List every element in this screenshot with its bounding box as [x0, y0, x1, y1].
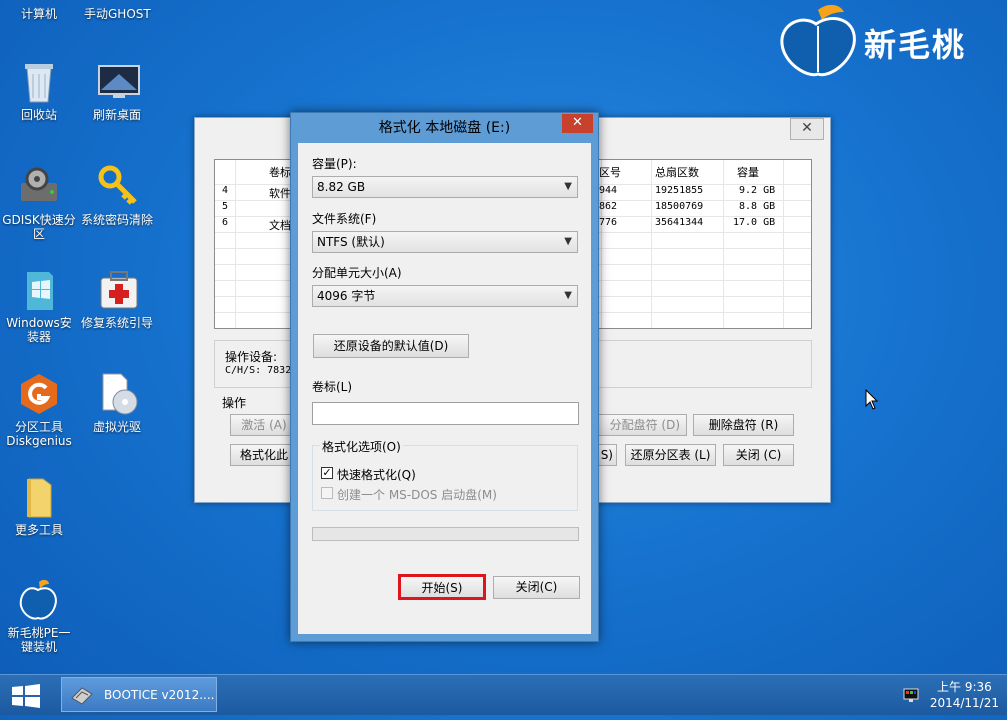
format-progress-bar [312, 527, 579, 541]
diskgenius-icon [19, 372, 59, 416]
capacity-select[interactable]: 8.82 GB ▼ [312, 176, 578, 198]
desktop-icon-label: Windows安装器 [6, 316, 72, 344]
folder-icon [19, 475, 59, 519]
device-label: 操作设备: [225, 350, 278, 364]
desktop-label-computer[interactable]: 计算机 [21, 5, 57, 22]
desktop-icon-refresh[interactable]: 刷新桌面 [80, 60, 154, 122]
chevron-down-icon: ▼ [564, 290, 572, 301]
close-button[interactable]: 关闭(C) [493, 576, 580, 599]
restore-partition-table-button[interactable]: 还原分区表 (L) [625, 444, 716, 466]
desktop-icon-label: GDISK快速分区 [2, 213, 76, 241]
clock-date: 2014/11/21 [929, 696, 999, 710]
desktop-icon-virtual-cd[interactable]: 虚拟光驱 [80, 372, 154, 434]
virtual-cd-icon [97, 372, 138, 416]
desktop-icon-label: 回收站 [20, 108, 57, 122]
capacity-label: 容量(P): [312, 157, 357, 171]
peach-installer-icon [19, 578, 59, 622]
allocation-label: 分配单元大小(A) [312, 266, 402, 280]
desktop-icon-label: 修复系统引导 [80, 316, 153, 330]
col-sector-header: 区号 [599, 166, 621, 179]
desktop-icon-password-clear[interactable]: 系统密码清除 [80, 165, 154, 227]
desktop-icon-label: 更多工具 [14, 523, 63, 537]
format-options-label: 格式化选项(O) [320, 438, 403, 455]
network-tray-icon[interactable] [903, 687, 919, 706]
key-icon [97, 165, 137, 209]
msdos-label: 创建一个 MS-DOS 启动盘(M) [337, 488, 497, 502]
partition-op-button[interactable]: S) [597, 444, 617, 466]
desktop-icon-label: 新毛桃PE一键装机 [7, 626, 71, 654]
chs-label: C/H/S: 7832 [225, 365, 292, 376]
volume-label-input[interactable] [312, 402, 579, 425]
bootice-close-action-button[interactable]: 关闭 (C) [723, 444, 794, 466]
desktop-icon-recycle-bin[interactable]: 回收站 [2, 60, 76, 122]
desktop-icon-label: 分区工具Diskgenius [6, 420, 72, 448]
restore-defaults-button[interactable]: 还原设备的默认值(D) [313, 334, 469, 358]
quick-format-label: 快速格式化(Q) [337, 468, 416, 482]
format-dialog: 格式化 本地磁盘 (E:) ✕ 容量(P): 8.82 GB ▼ 文件系统(F)… [290, 112, 599, 642]
peach-logo-icon [780, 4, 856, 77]
desktop-icon-repair-boot[interactable]: 修复系统引导 [80, 268, 154, 330]
desktop-icon-label: 刷新桌面 [92, 108, 141, 122]
recycle-bin-icon [19, 60, 59, 104]
dialog-client-area: 容量(P): 8.82 GB ▼ 文件系统(F) NTFS (默认) ▼ 分配单… [298, 143, 591, 634]
bootice-app-icon [70, 684, 94, 720]
windows-installer-icon [19, 268, 59, 312]
assign-letter-button[interactable]: 分配盘符 (D) [597, 414, 687, 436]
filesystem-value: NTFS (默认) [317, 235, 385, 249]
brand-logo-text: 新毛桃 [864, 26, 967, 64]
desktop-icon-label: 虚拟光驱 [92, 420, 141, 434]
start-button[interactable]: 开始(S) [398, 574, 486, 600]
activate-button[interactable]: 激活 (A) [230, 414, 298, 436]
desktop-icon-diskgenius[interactable]: 分区工具Diskgenius [2, 372, 76, 448]
refresh-desktop-icon [97, 60, 140, 104]
format-partition-button[interactable]: 格式化此 [230, 444, 298, 466]
desktop-icon-more-tools[interactable]: 更多工具 [2, 475, 76, 537]
taskbar-app-label: BOOTICE v2012.... [104, 688, 215, 702]
gdisk-icon [19, 165, 59, 209]
filesystem-select[interactable]: NTFS (默认) ▼ [312, 231, 578, 253]
mouse-cursor-icon [865, 388, 879, 414]
first-aid-icon [97, 268, 138, 312]
system-clock[interactable]: 上午 9:36 2014/11/21 [930, 679, 999, 711]
volume-label: 卷标(L) [312, 380, 353, 394]
taskbar: BOOTICE v2012.... 上午 9:36 2014/11/21 [0, 674, 1007, 715]
capacity-value: 8.82 GB [317, 180, 366, 194]
desktop-icon-windows-installer[interactable]: Windows安装器 [2, 268, 76, 344]
chevron-down-icon: ▼ [564, 181, 572, 192]
filesystem-label: 文件系统(F) [312, 212, 377, 226]
remove-letter-button[interactable]: 删除盘符 (R) [693, 414, 794, 436]
msdos-checkbox[interactable] [321, 487, 333, 499]
operations-label: 操作 [222, 396, 247, 410]
desktop-icon-gdisk[interactable]: GDISK快速分区 [2, 165, 76, 241]
chevron-down-icon: ▼ [564, 236, 572, 247]
col-size-header: 容量 [737, 166, 759, 179]
desktop-label-manual-ghost[interactable]: 手动GHOST [84, 5, 151, 22]
allocation-value: 4096 字节 [317, 289, 376, 303]
col-total-header: 总扇区数 [655, 166, 699, 179]
desktop-icon-label: 系统密码清除 [80, 213, 153, 227]
col-label-header: 卷标 [269, 166, 291, 179]
desktop-icon-peach-installer[interactable]: 新毛桃PE一键装机 [2, 578, 76, 654]
quick-format-checkbox[interactable]: ✓ [321, 467, 333, 479]
start-button-windows-icon[interactable] [12, 684, 40, 711]
dialog-title: 格式化 本地磁盘 (E:) [378, 120, 511, 136]
taskbar-app-bootice[interactable]: BOOTICE v2012.... [61, 677, 217, 712]
clock-time: 上午 9:36 [937, 680, 992, 694]
dialog-close-button[interactable]: ✕ [562, 114, 593, 133]
bootice-close-button[interactable]: ✕ [790, 118, 824, 140]
allocation-select[interactable]: 4096 字节 ▼ [312, 285, 578, 307]
